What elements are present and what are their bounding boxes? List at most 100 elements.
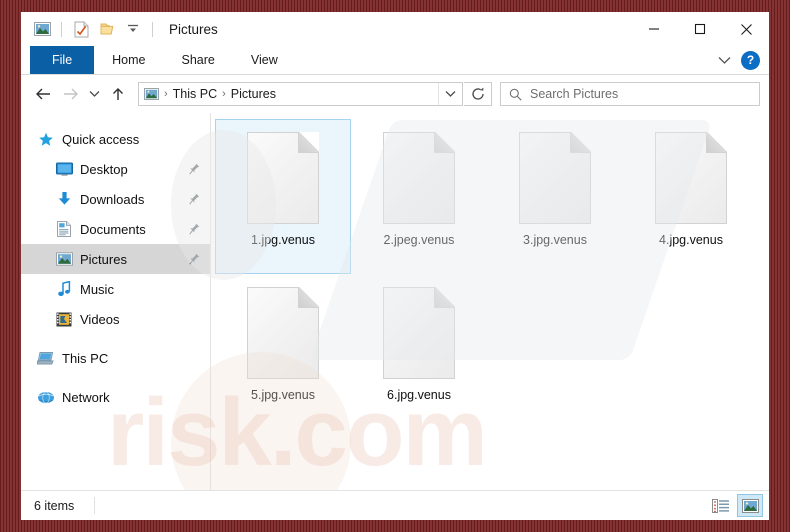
item-count-label: 6 items [34, 498, 75, 513]
pictures-icon [55, 250, 73, 268]
chevron-down-icon[interactable] [713, 49, 735, 71]
pin-icon[interactable] [188, 193, 201, 205]
status-bar: 6 items [21, 490, 769, 520]
file-name-label: 1.jpg.venus [251, 233, 315, 247]
tab-file[interactable]: File [30, 46, 95, 74]
title-bar: Pictures [21, 12, 769, 46]
file-item[interactable]: 1.jpg.venus [215, 119, 351, 274]
window-title: Pictures [169, 21, 218, 37]
ribbon-tab-bar: File Home Share View ? [21, 46, 769, 75]
downloads-icon [55, 190, 73, 208]
file-item[interactable]: 5.jpg.venus [215, 274, 351, 429]
pin-icon[interactable] [188, 253, 201, 265]
new-folder-icon[interactable] [95, 17, 119, 41]
toolbar-divider-1 [61, 21, 62, 37]
sidebar-item-label: Documents [80, 221, 146, 237]
file-item[interactable]: 4.jpg.venus [623, 119, 759, 274]
sidebar-item-label: Videos [80, 311, 120, 327]
close-button[interactable] [723, 12, 769, 46]
pictures-icon [144, 88, 159, 100]
music-icon [55, 280, 73, 298]
sidebar-item-label: This PC [62, 350, 109, 366]
blank-document-icon [655, 132, 727, 224]
sidebar-item-desktop[interactable]: Desktop [21, 154, 210, 184]
search-input[interactable]: Search Pictures [500, 82, 760, 106]
forward-button [57, 81, 83, 107]
sidebar-item-documents[interactable]: Documents [21, 214, 210, 244]
properties-icon[interactable] [69, 17, 93, 41]
network-icon [37, 388, 55, 406]
sidebar-item-downloads[interactable]: Downloads [21, 184, 210, 214]
sidebar-item-videos[interactable]: Videos [21, 304, 210, 334]
sidebar-item-quick-access[interactable]: Quick access [21, 124, 210, 154]
recent-locations-button[interactable] [84, 81, 104, 107]
star-icon [37, 130, 55, 148]
navigation-pane: Quick access Desktop Downloads Documents… [21, 113, 211, 490]
breadcrumb: › This PC › Pictures [139, 87, 438, 101]
address-dropdown-icon[interactable] [438, 83, 462, 105]
file-name-label: 5.jpg.venus [251, 388, 315, 402]
toolbar-divider-2 [152, 21, 153, 37]
quick-access-toolbar [21, 17, 158, 41]
blank-document-icon [247, 287, 319, 379]
details-view-button[interactable] [708, 494, 734, 517]
window-controls [631, 12, 769, 46]
file-list-view[interactable]: 1.jpg.venus 2.jpeg.venus 3.jpg.venus 4.j… [211, 113, 769, 490]
file-name-label: 2.jpeg.venus [383, 233, 455, 247]
sidebar-item-label: Desktop [80, 161, 128, 177]
search-placeholder: Search Pictures [530, 87, 619, 101]
blank-document-icon [383, 132, 455, 224]
tab-view[interactable]: View [233, 46, 296, 74]
breadcrumb-separator-2: › [222, 88, 226, 100]
file-name-label: 3.jpg.venus [523, 233, 587, 247]
this-pc-icon [37, 349, 55, 367]
blank-document-icon [247, 132, 319, 224]
sidebar-item-label: Quick access [62, 131, 140, 147]
pictures-library-icon[interactable] [30, 17, 54, 41]
pin-icon[interactable] [188, 163, 201, 175]
file-item[interactable]: 6.jpg.venus [351, 274, 487, 429]
file-grid: 1.jpg.venus 2.jpeg.venus 3.jpg.venus 4.j… [215, 119, 769, 429]
blank-document-icon [519, 132, 591, 224]
sidebar-item-music[interactable]: Music [21, 274, 210, 304]
breadcrumb-item-this-pc[interactable]: This PC [173, 87, 217, 101]
address-bar-row: › This PC › Pictures Search Pictures [21, 75, 769, 113]
sidebar-item-label: Downloads [80, 191, 145, 207]
explorer-body: Quick access Desktop Downloads Documents… [21, 113, 769, 490]
file-item[interactable]: 2.jpeg.venus [351, 119, 487, 274]
file-explorer-window: Pictures File Home Share View ? › This P… [21, 12, 769, 520]
address-bar[interactable]: › This PC › Pictures [138, 82, 463, 106]
ribbon-right-controls: ? [713, 46, 769, 74]
tab-home[interactable]: Home [94, 46, 163, 74]
up-button[interactable] [105, 81, 131, 107]
blank-document-icon [383, 287, 455, 379]
view-toggle-group [708, 494, 763, 517]
maximize-button[interactable] [677, 12, 723, 46]
file-name-label: 6.jpg.venus [387, 388, 451, 402]
back-button[interactable] [30, 81, 56, 107]
desktop-background: Pictures File Home Share View ? › This P… [0, 0, 790, 532]
status-divider [94, 497, 96, 514]
documents-icon [55, 220, 73, 238]
sidebar-item-label: Pictures [80, 251, 127, 267]
breadcrumb-separator-1: › [164, 88, 168, 100]
search-icon [509, 88, 522, 101]
help-button[interactable]: ? [741, 50, 760, 70]
tab-share[interactable]: Share [164, 46, 233, 74]
breadcrumb-item-pictures[interactable]: Pictures [231, 87, 276, 101]
desktop-icon [55, 160, 73, 178]
videos-icon [55, 310, 73, 328]
sidebar-item-network[interactable]: Network [21, 382, 210, 412]
minimize-button[interactable] [631, 12, 677, 46]
large-icons-view-button[interactable] [737, 494, 763, 517]
pin-icon[interactable] [188, 223, 201, 235]
sidebar-item-this-pc[interactable]: This PC [21, 343, 210, 373]
refresh-button[interactable] [464, 82, 492, 106]
sidebar-item-pictures[interactable]: Pictures [21, 244, 210, 274]
file-item[interactable]: 3.jpg.venus [487, 119, 623, 274]
file-name-label: 4.jpg.venus [659, 233, 723, 247]
sidebar-item-label: Music [80, 281, 114, 297]
customize-toolbar-icon[interactable] [121, 17, 145, 41]
